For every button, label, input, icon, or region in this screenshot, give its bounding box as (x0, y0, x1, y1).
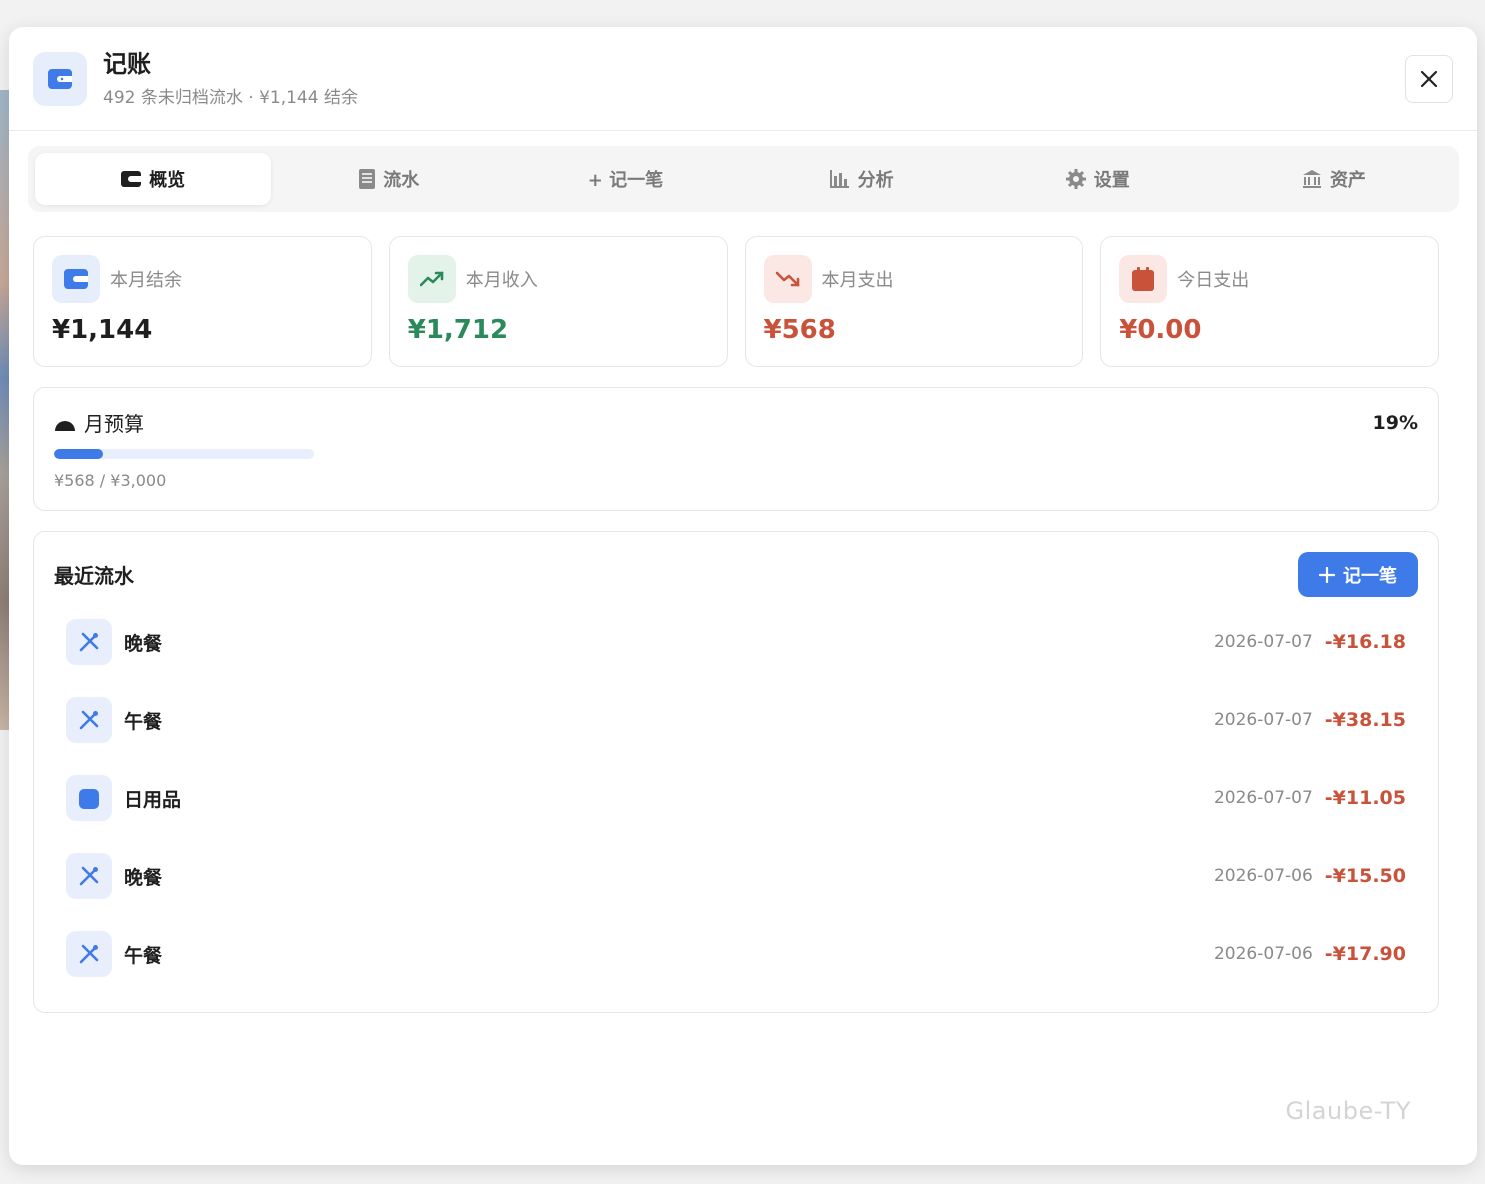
tab-label: 设置 (1093, 170, 1130, 191)
calendar-icon (1119, 255, 1168, 303)
transaction-amount: -¥38.15 (1324, 709, 1406, 731)
transaction-amount: -¥15.50 (1324, 865, 1406, 887)
tab-label: 分析 (857, 170, 894, 191)
stats-row: 本月结余 ¥1,144 本月收入 ¥1,712 本月支出 ¥568 今日支出 ¥… (33, 236, 1439, 367)
stat-label: 今日支出 (1177, 270, 1250, 291)
ledger-modal: 记账 492 条未归档流水 · ¥1,144 结余 概览 流水 + 记一笔 分析… (9, 27, 1477, 1165)
watermark: Glaube-TY (1285, 1097, 1411, 1125)
plus-icon (1319, 566, 1335, 583)
transaction-date: 2026-07-06 (1213, 866, 1313, 886)
stat-card-income: 本月收入 ¥1,712 (388, 236, 728, 367)
transaction-name: 午餐 (124, 944, 163, 967)
wallet-icon (52, 255, 100, 303)
wallet-icon (121, 170, 142, 188)
tab-settings[interactable]: 设置 (980, 153, 1216, 205)
utensils-icon (66, 619, 112, 665)
transaction-amount: -¥16.18 (1324, 631, 1406, 653)
budget-amount: ¥568 / ¥3,000 (54, 471, 167, 490)
modal-header: 记账 492 条未归档流水 · ¥1,144 结余 (9, 27, 1477, 131)
transaction-row[interactable]: 午餐 2026-07-07 -¥38.15 (54, 681, 1418, 759)
tab-label: + 记一笔 (587, 170, 664, 191)
stat-card-today: 今日支出 ¥0.00 (1100, 236, 1439, 367)
transaction-amount: -¥17.90 (1324, 943, 1406, 965)
close-button[interactable] (1405, 55, 1453, 103)
close-icon (1420, 70, 1438, 88)
stat-value: ¥1,712 (407, 315, 509, 345)
transaction-date: 2026-07-07 (1213, 710, 1313, 730)
transaction-date: 2026-07-07 (1213, 788, 1313, 808)
transaction-row[interactable]: 日用品 2026-07-07 -¥11.05 (54, 759, 1418, 837)
transaction-name: 日用品 (124, 788, 182, 811)
tab-analysis[interactable]: 分析 (744, 153, 980, 205)
app-subtitle: 492 条未归档流水 · ¥1,144 结余 (103, 88, 358, 108)
utensils-icon (66, 931, 112, 977)
budget-card: 月预算 19% ¥568 / ¥3,000 (33, 387, 1439, 511)
transaction-row[interactable]: 晚餐 2026-07-06 -¥15.50 (54, 837, 1418, 915)
transaction-row[interactable]: 午餐 2026-07-06 -¥17.90 (54, 915, 1418, 993)
transaction-name: 晚餐 (124, 866, 163, 889)
transaction-date: 2026-07-07 (1213, 632, 1313, 652)
tab-label: 概览 (149, 170, 186, 191)
bank-icon (1302, 169, 1322, 189)
ledger-icon (359, 169, 376, 189)
tab-label: 流水 (383, 170, 420, 191)
add-record-label: 记一笔 (1343, 565, 1397, 587)
wallet-icon (33, 51, 87, 106)
budget-progress-bar (54, 449, 314, 459)
tab-label: 资产 (1329, 170, 1366, 191)
stat-value: ¥1,144 (52, 315, 153, 345)
stat-card-balance: 本月结余 ¥1,144 (33, 236, 372, 367)
stat-label: 本月结余 (110, 270, 182, 291)
budget-percent: 19% (1372, 411, 1418, 434)
trend-up-icon (407, 255, 456, 303)
bar-chart-icon (829, 170, 850, 188)
budget-progress-fill (54, 449, 104, 459)
tab-overview[interactable]: 概览 (35, 153, 272, 205)
utensils-icon (66, 853, 112, 899)
stat-label: 本月收入 (465, 270, 538, 291)
recent-transactions: 最近流水 记一笔 晚餐 2026-07-07 -¥16.18 午餐 2026-0… (33, 531, 1439, 1013)
bag-icon (66, 775, 112, 821)
stat-value: ¥0.00 (1119, 315, 1202, 345)
transaction-name: 午餐 (124, 710, 163, 733)
recent-title: 最近流水 (54, 564, 134, 588)
tab-assets[interactable]: 资产 (1216, 153, 1452, 205)
gear-icon (1065, 169, 1086, 189)
app-title: 记账 (103, 50, 151, 78)
transaction-name: 晚餐 (124, 632, 163, 655)
stat-value: ¥568 (763, 315, 836, 345)
trend-down-icon (763, 255, 812, 303)
stat-card-expense: 本月支出 ¥568 (744, 236, 1084, 367)
tab-bar: 概览 流水 + 记一笔 分析 设置 资产 (28, 146, 1459, 212)
tab-transactions[interactable]: 流水 (271, 153, 507, 205)
add-record-button[interactable]: 记一笔 (1298, 552, 1418, 597)
tab-add-record[interactable]: + 记一笔 (507, 153, 743, 205)
transaction-row[interactable]: 晚餐 2026-07-07 -¥16.18 (54, 603, 1418, 681)
transaction-date: 2026-07-06 (1213, 944, 1313, 964)
utensils-icon (66, 697, 112, 743)
gauge-icon (54, 414, 76, 432)
stat-label: 本月支出 (821, 270, 894, 291)
transaction-amount: -¥11.05 (1324, 787, 1406, 809)
budget-title: 月预算 (84, 412, 144, 436)
